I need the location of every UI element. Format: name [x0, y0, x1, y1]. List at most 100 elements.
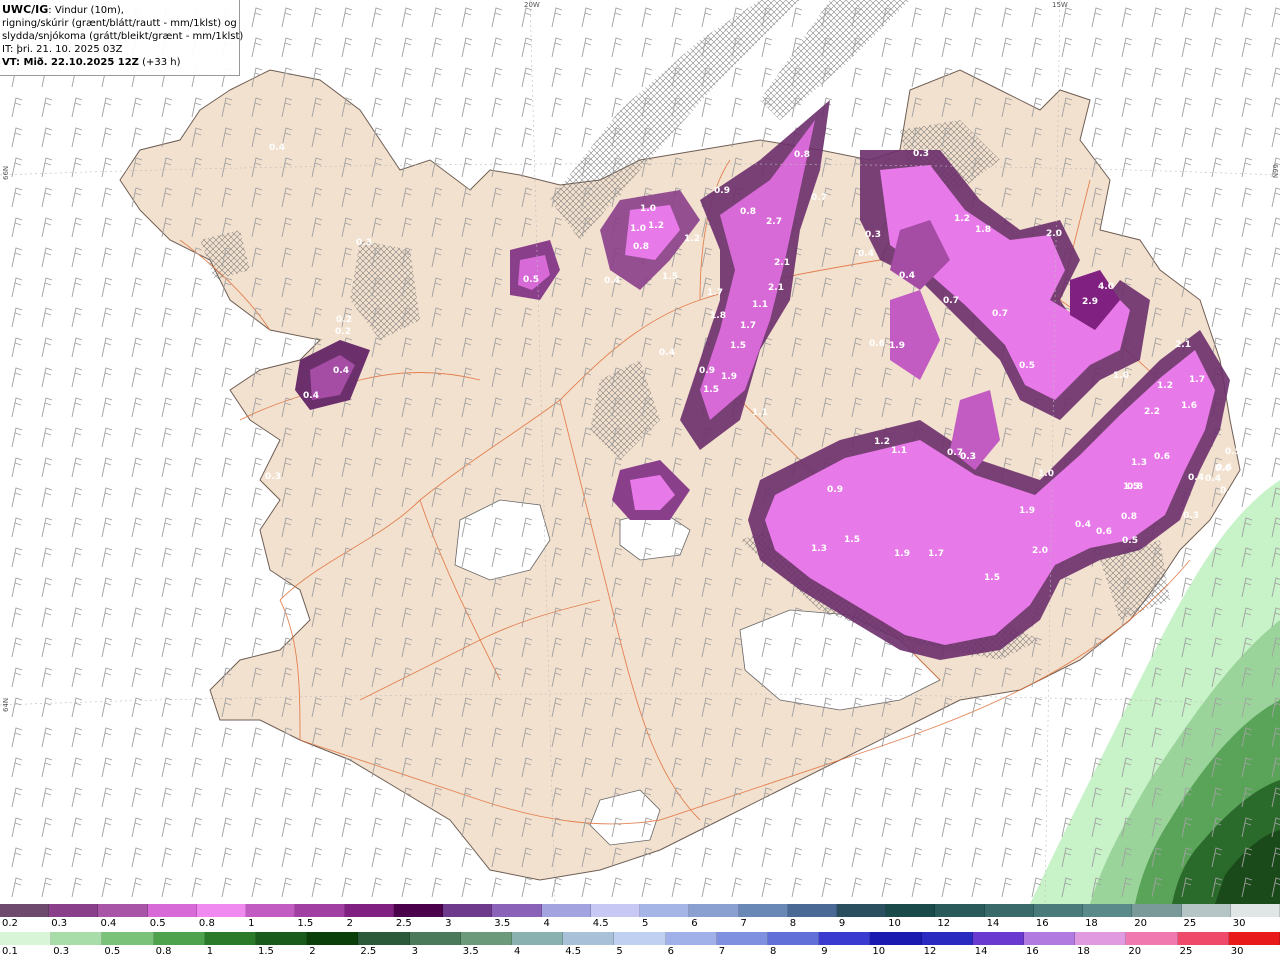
scale-label: 16	[1035, 918, 1049, 929]
scale-swatch	[1075, 932, 1127, 945]
scale-swatch	[102, 932, 154, 945]
scale-swatch	[153, 932, 205, 945]
precip-value-label: 1.0	[1038, 469, 1054, 479]
precip-value-label: 2.1	[1175, 340, 1191, 350]
snow-color-scale	[0, 904, 1280, 917]
snow-scale-labels: 0.2 0.3 0.4 0.5 0.8 1 1.5 2 2.5 3 3.5 4 4.5 5 6 7 8 9 10 12…	[0, 918, 1280, 931]
scale-swatch	[0, 904, 50, 917]
precip-value-label: 1.2	[874, 437, 890, 447]
precip-value-label: 1.8	[710, 311, 726, 321]
scale-swatch	[935, 904, 985, 917]
precip-value-label: 1.1	[752, 408, 768, 418]
scale-swatch	[1228, 932, 1280, 945]
variable-line-1: : Vindur (10m),	[48, 5, 124, 16]
scale-label: 0.3	[53, 946, 70, 957]
scale-swatch	[204, 932, 257, 945]
scale-label: 0.1	[2, 946, 18, 957]
scale-swatch	[51, 932, 103, 945]
scale-label: 0.3	[51, 918, 68, 929]
precip-value-label: 0.8	[740, 207, 756, 217]
scale-label: 0.5	[104, 946, 121, 957]
scale-label: 0.2	[2, 918, 18, 929]
precip-value-label: 2.1	[768, 283, 784, 293]
init-time: IT: þri. 21. 10. 2025 03Z	[2, 44, 123, 55]
scale-label: 7	[718, 946, 726, 957]
precip-value-label: 0.5	[523, 275, 539, 285]
scale-label: 2.5	[395, 918, 412, 929]
scale-label: 0.5	[149, 918, 166, 929]
precip-value-label: 1.5	[984, 573, 1000, 583]
scale-swatch	[665, 932, 717, 945]
scale-label: 10	[888, 918, 901, 929]
scale-swatch	[512, 932, 564, 945]
precip-value-label: 1.5	[844, 535, 860, 545]
scale-label: 4.5	[565, 946, 582, 957]
precip-value-label: 1.5	[662, 272, 678, 282]
scale-swatch	[541, 904, 591, 917]
precip-value-label: 1.5	[730, 341, 746, 351]
variable-line-3: slydda/snjókoma (grátt/bleikt/grænt - mm…	[2, 31, 244, 42]
scale-label: 0.8	[198, 918, 215, 929]
scale-label: 30	[1230, 946, 1244, 957]
scale-swatch	[295, 904, 345, 917]
precip-value-label: 0.4	[858, 249, 874, 259]
lon-label-20w: 20W	[524, 1, 540, 9]
scale-swatch	[886, 904, 936, 917]
precip-value-label: 0.7	[992, 309, 1008, 319]
precip-value-label: 1.7	[707, 288, 723, 298]
scale-label: 4.5	[592, 918, 609, 929]
scale-label: 6	[667, 946, 674, 957]
precip-value-label: 2.2	[1144, 407, 1160, 417]
precip-value-label: 2.7	[766, 217, 782, 227]
precip-value-label: 0.4	[659, 348, 675, 358]
scale-swatch	[358, 932, 410, 945]
scale-label: 9	[821, 946, 828, 957]
scale-swatch	[738, 904, 788, 917]
scale-swatch	[768, 932, 820, 945]
precip-value-label: 1.5	[703, 385, 719, 395]
precip-value-label: 0.9	[714, 186, 730, 196]
scale-swatch	[1126, 932, 1178, 945]
scale-swatch	[1132, 904, 1182, 917]
precip-value-label: 0.4	[303, 391, 319, 401]
precip-value-label: 0.0	[1215, 464, 1231, 474]
scale-label: 18	[1077, 946, 1090, 957]
scale-swatch	[492, 904, 542, 917]
scale-label: 16	[1026, 946, 1039, 957]
scale-swatch	[590, 904, 641, 917]
scale-label: 1	[206, 946, 214, 957]
precip-value-label: 0.8	[1121, 512, 1137, 522]
precip-value-label: 2.0	[1032, 546, 1048, 556]
scale-swatch	[147, 904, 197, 917]
scale-swatch	[1177, 932, 1229, 945]
model-name: UWC/IG	[2, 3, 49, 16]
scale-label: 7	[740, 918, 747, 929]
scale-label: 1.5	[297, 918, 314, 929]
precip-value-label: 0.6	[1096, 527, 1112, 537]
scale-label: 8	[770, 946, 777, 957]
precip-value-label: 0.3	[356, 238, 372, 248]
precip-value-label: 0.7	[943, 296, 959, 306]
scale-swatch	[921, 932, 973, 945]
scale-label: 18	[1085, 918, 1098, 929]
precip-value-label: 1.8	[975, 225, 991, 235]
scale-swatch	[246, 904, 296, 917]
forecast-hour: (+33 h)	[138, 57, 181, 68]
precip-value-label: 0.4	[1205, 474, 1221, 484]
precip-value-label: 1.7	[928, 549, 944, 559]
precip-value-label: 1.9	[1019, 506, 1035, 516]
lat-label-64n-left: 64N	[2, 697, 10, 712]
scale-label: 0.8	[155, 946, 172, 957]
scale-label: 25	[1183, 918, 1197, 929]
precip-value-label: 0.5	[1122, 536, 1138, 546]
scale-label: 14	[974, 946, 988, 957]
scale-label: 5	[642, 918, 649, 929]
precip-value-label: 1.5	[1123, 482, 1139, 492]
scale-swatch	[716, 932, 769, 945]
scale-label: 14	[986, 918, 1000, 929]
scale-swatch	[393, 904, 444, 917]
scale-swatch	[98, 904, 148, 917]
precip-value-label: 0.4	[333, 366, 349, 376]
scale-swatch	[787, 904, 837, 917]
scale-label: 2	[309, 946, 316, 957]
